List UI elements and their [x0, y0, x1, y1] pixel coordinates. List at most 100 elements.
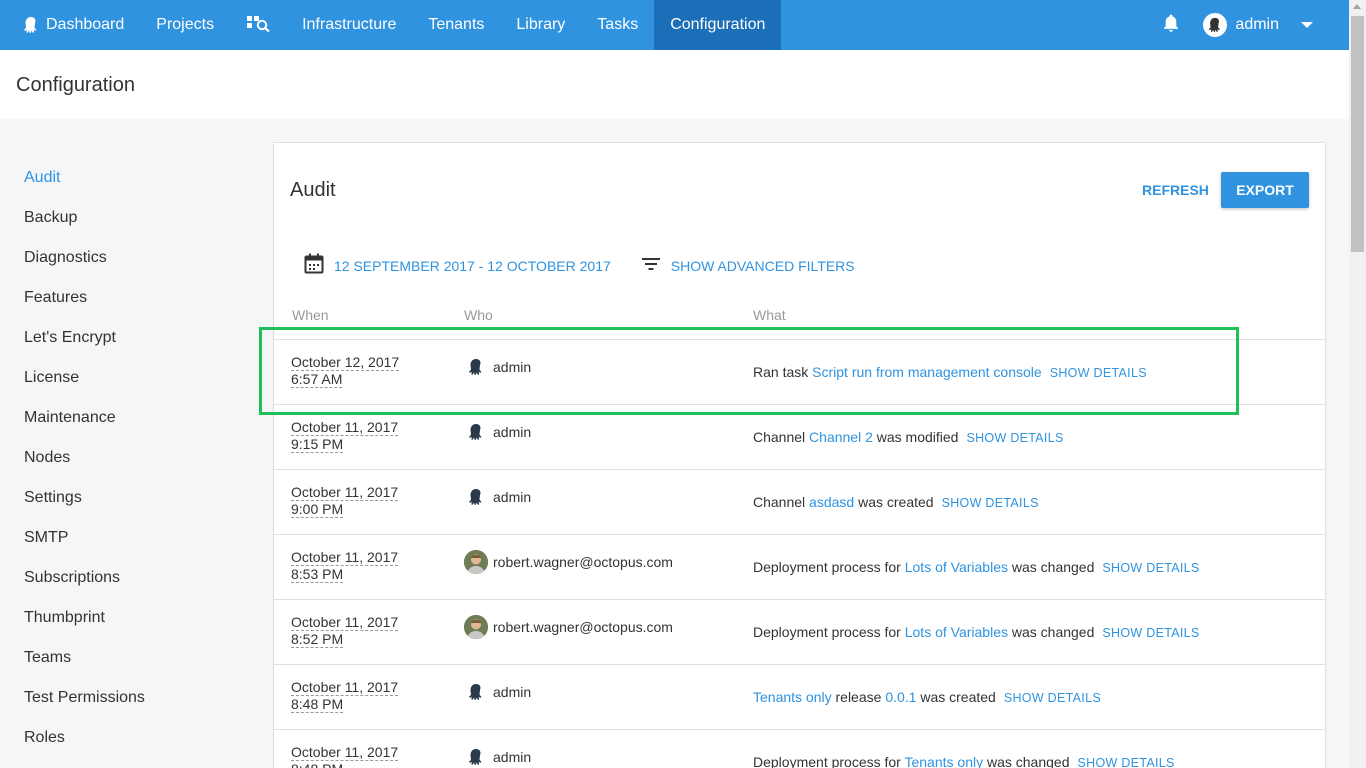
audit-what: Deployment process for Lots of Variables… [753, 559, 1200, 575]
sidebar-item-backup[interactable]: Backup [0, 198, 250, 238]
nav-search[interactable] [230, 0, 286, 50]
show-details-button[interactable]: SHOW DETAILS [966, 431, 1063, 445]
octopus-avatar-icon [464, 485, 488, 509]
audit-entity-link[interactable]: Tenants only [753, 689, 832, 705]
nav-dashboard-label: Dashboard [46, 16, 125, 33]
audit-entity-link[interactable]: Channel 2 [809, 429, 873, 445]
sidebar-item-lets-encrypt[interactable]: Let's Encrypt [0, 318, 250, 358]
table-row: October 11, 2017 8:53 PM robert.wagner@oct… [274, 534, 1325, 599]
page-header: Configuration [0, 50, 1349, 119]
notifications-button[interactable] [1149, 13, 1193, 38]
nav-library[interactable]: Library [500, 0, 581, 50]
page-scrollbar[interactable] [1349, 0, 1366, 768]
user-name: admin [1235, 16, 1279, 33]
nav-tasks-label: Tasks [597, 16, 639, 33]
audit-date: October 11, 2017 [291, 679, 399, 696]
audit-when: October 11, 20178:48 PM [291, 744, 399, 768]
bell-icon [1162, 13, 1180, 38]
sidebar: Audit Backup Diagnostics Features Let's … [0, 158, 250, 758]
advanced-filters-link[interactable]: SHOW ADVANCED FILTERS [671, 258, 855, 274]
audit-when: October 11, 2017 8:53 PM [291, 549, 399, 583]
audit-what: Tenants only release 0.0.1 was created SH… [753, 689, 1101, 705]
octopus-avatar-icon [464, 420, 488, 444]
column-header-what[interactable]: What [753, 307, 786, 323]
audit-date: October 11, 2017 [291, 744, 399, 761]
nav-tasks[interactable]: Tasks [581, 0, 654, 50]
sidebar-item-subscriptions[interactable]: Subscriptions [0, 558, 250, 598]
show-details-button[interactable]: SHOW DETAILS [1050, 366, 1147, 380]
nav-projects[interactable]: Projects [140, 0, 230, 50]
audit-date: October 12, 2017 [291, 354, 400, 371]
calendar-icon[interactable] [304, 253, 324, 280]
octopus-avatar-icon [464, 680, 488, 704]
search-grid-icon [246, 14, 270, 37]
nav-infrastructure[interactable]: Infrastructure [286, 0, 412, 50]
audit-user-name: admin [493, 684, 532, 700]
sidebar-item-features[interactable]: Features [0, 278, 250, 318]
audit-time: 8:53 PM [291, 566, 344, 583]
nav-tenants[interactable]: Tenants [412, 0, 500, 50]
show-details-button[interactable]: SHOW DETAILS [942, 496, 1039, 510]
table-row: October 12, 2017 6:57 AM admin Ran task Scr… [274, 339, 1325, 404]
audit-who: admin [464, 420, 531, 444]
sidebar-item-test-permissions[interactable]: Test Permissions [0, 678, 250, 718]
show-details-button[interactable]: SHOW DETAILS [1078, 756, 1175, 768]
audit-card: Audit REFRESH EXPORT 12 SEPTEMBER 2017 -… [273, 142, 1326, 768]
column-header-when[interactable]: When [292, 307, 329, 323]
column-header-who[interactable]: Who [464, 307, 493, 323]
export-button[interactable]: EXPORT [1221, 172, 1309, 208]
sidebar-item-roles[interactable]: Roles [0, 718, 250, 758]
audit-text: was created [916, 689, 996, 705]
scrollbar-thumb[interactable] [1351, 16, 1364, 252]
audit-user-name: admin [493, 359, 532, 375]
audit-entity-link[interactable]: 0.0.1 [885, 689, 916, 705]
scroll-up-arrow-icon[interactable] [1353, 4, 1361, 9]
filters-bar: 12 SEPTEMBER 2017 - 12 OCTOBER 2017 SHOW… [304, 253, 855, 280]
date-range-link[interactable]: 12 SEPTEMBER 2017 - 12 OCTOBER 2017 [334, 258, 611, 274]
audit-title: Audit [290, 179, 336, 201]
nav-dashboard[interactable]: Dashboard [0, 0, 140, 50]
sidebar-item-maintenance[interactable]: Maintenance [0, 398, 250, 438]
show-details-button[interactable]: SHOW DETAILS [1102, 561, 1199, 575]
sidebar-item-settings[interactable]: Settings [0, 478, 250, 518]
audit-text: was modified [872, 429, 959, 445]
audit-entity-link[interactable]: Lots of Variables [905, 624, 1008, 640]
sidebar-item-diagnostics[interactable]: Diagnostics [0, 238, 250, 278]
user-menu[interactable]: admin [1203, 13, 1349, 37]
show-details-button[interactable]: SHOW DETAILS [1102, 626, 1199, 640]
nav-configuration[interactable]: Configuration [654, 0, 782, 50]
sidebar-item-teams[interactable]: Teams [0, 638, 250, 678]
audit-text: Deployment process for [753, 624, 905, 640]
filter-icon[interactable] [641, 256, 661, 277]
refresh-button[interactable]: REFRESH [1130, 172, 1221, 208]
sidebar-item-nodes[interactable]: Nodes [0, 438, 250, 478]
nav-tenants-label: Tenants [428, 16, 485, 33]
audit-who: robert.wagner@octopus.com [464, 615, 673, 639]
octopus-avatar-icon [464, 745, 488, 768]
nav-projects-label: Projects [156, 16, 215, 33]
audit-time: 8:48 PM [291, 696, 344, 713]
audit-entity-link[interactable]: Script run from management console [812, 364, 1042, 380]
octopus-logo-icon [22, 16, 40, 34]
audit-what: Deployment process for Lots of Variables… [753, 624, 1200, 640]
audit-entity-link[interactable]: asdasd [809, 494, 854, 510]
audit-who: admin [464, 485, 531, 509]
audit-date: October 11, 2017 [291, 419, 399, 436]
audit-what: Channel asdasd was created SHOW DETAILS [753, 494, 1039, 510]
table-row: October 11, 2017 9:00 PM admin Channel asda… [274, 469, 1325, 534]
audit-time: 6:57 AM [291, 371, 343, 388]
audit-entity-link[interactable]: Lots of Variables [905, 559, 1008, 575]
sidebar-item-audit[interactable]: Audit [0, 158, 250, 198]
audit-text: release [831, 689, 886, 705]
audit-what: Deployment process for Tenants only was … [753, 754, 1175, 768]
sidebar-item-smtp[interactable]: SMTP [0, 518, 250, 558]
audit-who: admin [464, 355, 531, 379]
audit-time: 9:00 PM [291, 501, 344, 518]
show-details-button[interactable]: SHOW DETAILS [1004, 691, 1101, 705]
sidebar-item-thumbprint[interactable]: Thumbprint [0, 598, 250, 638]
audit-user-name: admin [493, 749, 532, 765]
table-row: October 11, 20178:48 PM admin Deployment p… [274, 729, 1325, 768]
sidebar-item-license[interactable]: License [0, 358, 250, 398]
nav-infrastructure-label: Infrastructure [302, 16, 397, 33]
audit-entity-link[interactable]: Tenants only [904, 754, 983, 768]
